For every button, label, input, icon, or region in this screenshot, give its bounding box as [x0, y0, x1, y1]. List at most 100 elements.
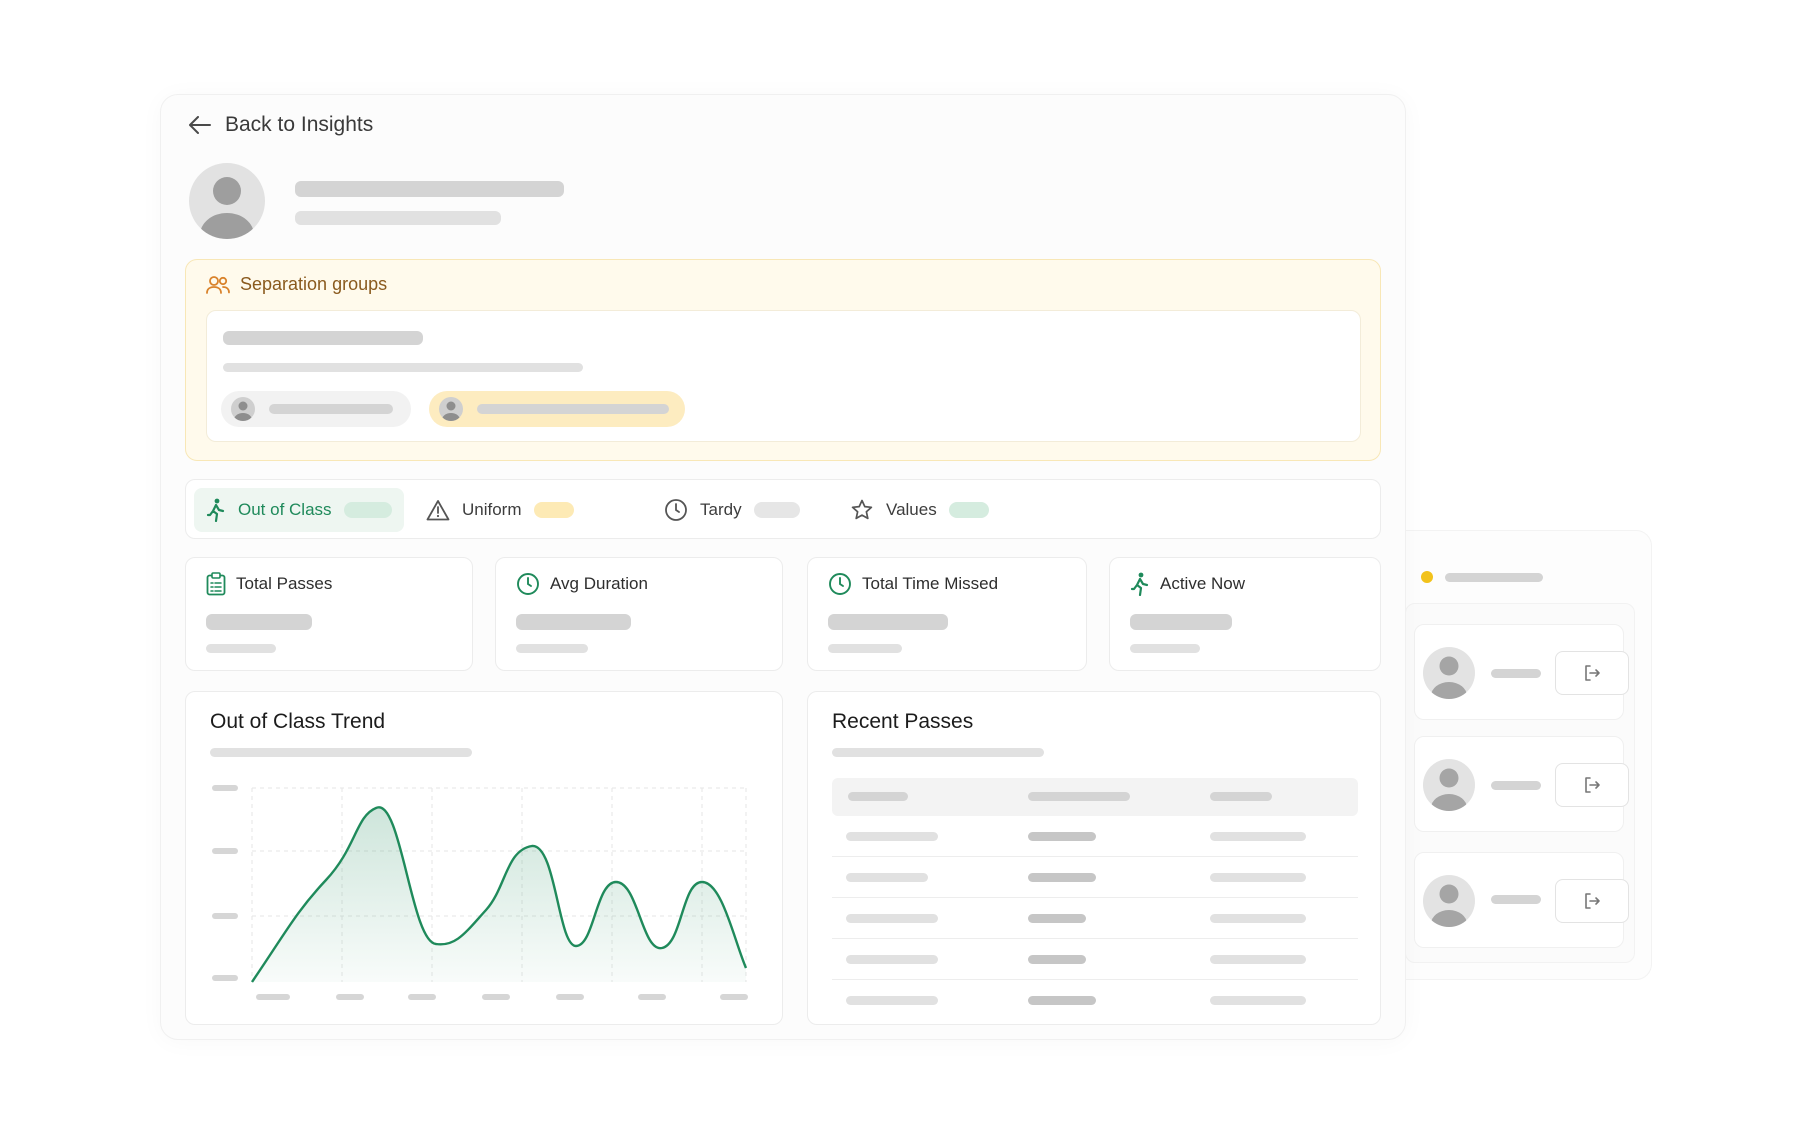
table-row[interactable]: [832, 816, 1358, 857]
cell-placeholder: [846, 914, 938, 923]
member-avatar: [231, 397, 255, 421]
tab-label: Out of Class: [238, 500, 332, 519]
header-cell-placeholder: [1028, 792, 1130, 801]
stat-label: Active Now: [1160, 574, 1246, 593]
count-badge: [948, 502, 989, 518]
log-out-icon: [1585, 893, 1600, 909]
stat-value-placeholder: [828, 614, 948, 630]
list-item: [1414, 736, 1629, 832]
recent-passes-title: Recent Passes: [832, 710, 974, 733]
member-name-placeholder: [269, 404, 393, 414]
list-item: [1414, 852, 1629, 948]
stat-card-total-passes: Total Passes: [185, 557, 473, 671]
cell-placeholder: [1210, 914, 1306, 923]
avatar: [1423, 759, 1475, 811]
group-desc-placeholder: [223, 363, 583, 372]
person-icon: [1431, 768, 1467, 811]
member-chip[interactable]: [221, 391, 411, 427]
cell-placeholder: [1210, 996, 1306, 1005]
back-to-insights-link[interactable]: Back to Insights: [189, 113, 373, 137]
name-placeholder: [1491, 669, 1541, 678]
avatar: [1423, 875, 1475, 927]
cell-placeholder: [1028, 914, 1086, 923]
tab-values[interactable]: Values: [838, 488, 1001, 532]
separation-groups-title: Separation groups: [240, 274, 388, 294]
clock-icon: [517, 573, 539, 595]
avatar: [1423, 647, 1475, 699]
member-chip-highlighted[interactable]: [429, 391, 685, 427]
walking-person-icon: [206, 498, 225, 522]
name-placeholder: [1491, 781, 1541, 790]
cell-placeholder: [846, 873, 928, 882]
stat-sub-placeholder: [516, 644, 588, 653]
arrow-left-icon: [189, 116, 211, 134]
person-icon: [1431, 656, 1467, 699]
table-row[interactable]: [832, 939, 1358, 980]
tab-label: Values: [886, 500, 937, 519]
header-cell-placeholder: [1210, 792, 1272, 801]
end-pass-button[interactable]: [1555, 879, 1629, 923]
student-insights-window: Back to Insights Separation groups Out o…: [160, 94, 1406, 1040]
student-name-placeholder: [295, 181, 564, 197]
cell-placeholder: [846, 832, 938, 841]
trend-chart-panel: Out of Class Trend: [185, 691, 783, 1025]
recent-subtitle-placeholder: [832, 748, 1044, 757]
trend-line-chart: [212, 785, 748, 1000]
table-row[interactable]: [832, 857, 1358, 898]
category-tabs: Out of Class Uniform Tardy Values: [185, 479, 1381, 539]
member-name-placeholder: [477, 404, 669, 414]
stat-sub-placeholder: [828, 644, 902, 653]
cell-placeholder: [846, 996, 938, 1005]
back-label: Back to Insights: [225, 113, 374, 136]
recent-passes-panel: Recent Passes: [807, 691, 1381, 1025]
stat-sub-placeholder: [206, 644, 276, 653]
cell-placeholder: [1210, 873, 1306, 882]
group-name-placeholder: [223, 331, 423, 345]
end-pass-button[interactable]: [1555, 763, 1629, 807]
separation-group-card: [206, 310, 1361, 442]
tab-out-of-class[interactable]: Out of Class: [194, 488, 404, 532]
table-row[interactable]: [832, 980, 1358, 1014]
header-cell-placeholder: [848, 792, 908, 801]
name-placeholder: [1491, 895, 1541, 904]
stat-value-placeholder: [206, 614, 312, 630]
trend-area-fill: [252, 807, 746, 982]
y-axis-tick-placeholders: [212, 785, 238, 981]
log-out-icon: [1585, 665, 1600, 681]
log-out-icon: [1585, 777, 1600, 793]
stat-sub-placeholder: [1130, 644, 1200, 653]
count-badge: [753, 502, 800, 518]
star-icon: [851, 499, 873, 520]
tab-label: Tardy: [700, 500, 742, 519]
stat-value-placeholder: [516, 614, 631, 630]
student-avatar: [189, 163, 265, 239]
separation-groups-section: Separation groups: [185, 259, 1381, 461]
end-pass-button[interactable]: [1555, 651, 1629, 695]
tab-tardy[interactable]: Tardy: [652, 488, 812, 532]
tab-uniform[interactable]: Uniform: [414, 488, 586, 532]
stat-label: Total Time Missed: [862, 574, 999, 593]
clipboard-icon: [206, 572, 226, 596]
clock-icon: [665, 499, 687, 521]
walking-person-icon: [1130, 572, 1149, 596]
status-dot: [1421, 571, 1433, 583]
cell-placeholder: [1028, 873, 1096, 882]
table-row[interactable]: [832, 898, 1358, 939]
cell-placeholder: [846, 955, 938, 964]
cell-placeholder: [1210, 832, 1306, 841]
table-header-row: [832, 778, 1358, 816]
count-badge: [343, 502, 392, 518]
person-icon: [200, 177, 254, 239]
tab-label: Uniform: [462, 500, 522, 519]
count-badge: [533, 502, 574, 518]
cell-placeholder: [1028, 832, 1096, 841]
stat-card-total-time-missed: Total Time Missed: [807, 557, 1087, 671]
stat-card-active-now: Active Now: [1109, 557, 1381, 671]
student-detail-placeholder: [295, 211, 501, 225]
person-icon: [1431, 884, 1467, 927]
list-item: [1414, 624, 1629, 720]
users-icon: [206, 275, 230, 294]
warning-triangle-icon: [426, 500, 450, 521]
stat-label: Total Passes: [236, 574, 333, 593]
stat-value-placeholder: [1130, 614, 1232, 630]
